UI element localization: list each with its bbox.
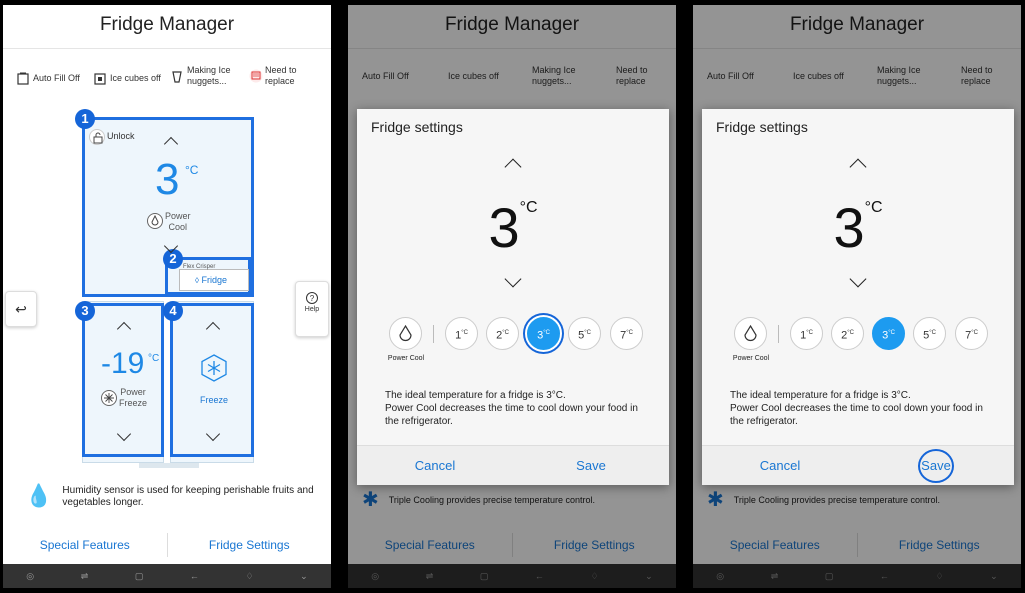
humidity-text: Humidity sensor is used for keeping peri… [62, 485, 314, 508]
canvas: Fridge Manager Auto Fill Off Ice cubes o… [0, 0, 1025, 593]
dialog-temp: 3°C [833, 196, 883, 259]
temp-option-1[interactable]: 1°C [790, 317, 823, 350]
power-cool-button[interactable] [734, 317, 767, 350]
auto-fill-icon [17, 71, 29, 85]
power-cool-icon [744, 324, 757, 342]
temp-option-2[interactable]: 2°C [486, 317, 519, 350]
temp-up-icon[interactable] [849, 158, 867, 176]
back-button[interactable]: ↩ [5, 291, 37, 327]
power-cool-label: Power Cool [732, 355, 770, 362]
save-button[interactable]: Save [858, 446, 1014, 485]
temp-option-7[interactable]: 7°C [955, 317, 988, 350]
dialog-title: Fridge settings [371, 119, 463, 135]
lock-icon[interactable] [89, 129, 105, 145]
nav-expand-icon[interactable]: ⌄ [300, 571, 308, 582]
power-freeze-label: Power Freeze [119, 387, 148, 408]
nav-notify-icon[interactable]: ♢ [245, 571, 253, 582]
option-divider [778, 325, 779, 343]
fridge-temp: 3 [155, 155, 180, 204]
save-button[interactable]: Save [513, 446, 669, 485]
temp-down-icon[interactable] [849, 270, 867, 288]
snowflake-icon [201, 354, 227, 382]
need-replace-label-1: Need to [265, 65, 297, 75]
help-icon: ? [306, 292, 318, 304]
freezer-unit: °C [148, 353, 160, 364]
cancel-button[interactable]: Cancel [702, 446, 858, 485]
humidity-info: 💧 Humidity sensor is used for keeping pe… [25, 485, 315, 509]
nav-recents-icon[interactable]: ⇌ [81, 571, 89, 582]
temp-option-5[interactable]: 5°C [913, 317, 946, 350]
power-cool-icon [399, 324, 412, 342]
ice-cube-icon [94, 71, 106, 85]
power-cool-label: Power Cool [165, 211, 191, 232]
dialog-description: The ideal temperature for a fridge is 3°… [385, 390, 638, 427]
app-title: Fridge Manager [3, 5, 331, 49]
power-cool-label: Power Cool [387, 355, 425, 362]
nav-bixby-icon[interactable]: ◎ [26, 571, 34, 582]
temp-up-icon[interactable] [504, 158, 522, 176]
status-making-ice[interactable]: Making Ice nuggets... [171, 65, 231, 87]
temp-option-5[interactable]: 5°C [568, 317, 601, 350]
nav-back-icon[interactable]: ← [190, 571, 199, 581]
marker-2: 2 [163, 249, 183, 269]
status-auto-fill[interactable]: Auto Fill Off [17, 71, 80, 85]
fridge-diagram: 1 2 3 4 Unlock 3 °C Power Cool Flex Crisp… [75, 109, 257, 469]
tab-special-features[interactable]: Special Features [3, 525, 167, 565]
need-replace-label-2: replace [265, 76, 295, 86]
temp-option-7[interactable]: 7°C [610, 317, 643, 350]
right-mode-label: Freeze [200, 395, 229, 405]
cancel-button[interactable]: Cancel [357, 446, 513, 485]
power-cool-icon [147, 213, 163, 229]
nav-home-icon[interactable]: ▢ [135, 571, 144, 582]
temp-option-2[interactable]: 2°C [831, 317, 864, 350]
marker-1: 1 [75, 109, 95, 129]
power-cool-button[interactable] [389, 317, 422, 350]
ice-maker-icon [171, 69, 183, 83]
making-ice-label-1: Making Ice [187, 65, 231, 75]
freezer-temp: -19 [101, 347, 145, 380]
fridge-base [139, 463, 199, 468]
screen-fridge-settings-b: Fridge Manager Auto Fill Off Ice cubes o… [693, 5, 1021, 588]
temp-down-icon[interactable] [504, 270, 522, 288]
flex-crisper-mode: ◊ Fridge [195, 275, 227, 285]
status-need-replace[interactable]: Need to replace [249, 65, 297, 87]
marker-4: 4 [163, 301, 183, 321]
dialog-temp: 3°C [488, 196, 538, 259]
option-divider [433, 325, 434, 343]
temp-option-3[interactable]: 3°C [872, 317, 905, 350]
status-row: Auto Fill Off Ice cubes off Making Ice nu… [3, 61, 331, 95]
bottom-tabs: Special Features Fridge Settings [3, 525, 331, 565]
unlock-label: Unlock [107, 131, 135, 141]
dialog-actions: Cancel Save [357, 445, 669, 485]
back-icon: ↩ [15, 301, 27, 317]
dialog-description: The ideal temperature for a fridge is 3°… [730, 390, 983, 427]
tab-fridge-settings[interactable]: Fridge Settings [168, 525, 332, 565]
save-highlight-ring [918, 449, 954, 483]
power-freeze-icon [101, 390, 117, 406]
ice-cubes-label: Ice cubes off [110, 72, 161, 83]
filter-icon [249, 69, 263, 83]
dialog-title: Fridge settings [716, 119, 808, 135]
dialog-actions: Cancel Save [702, 445, 1014, 485]
making-ice-label-2: nuggets... [187, 76, 227, 86]
screen-fridge-settings-a: Fridge Manager Auto Fill Off Ice cubes o… [348, 5, 676, 588]
status-ice-cubes[interactable]: Ice cubes off [94, 71, 161, 85]
temp-option-1[interactable]: 1°C [445, 317, 478, 350]
fridge-settings-dialog: Fridge settings 3°C Power Cool 1°C 2°C 3… [702, 109, 1014, 485]
help-label: Help [304, 306, 320, 313]
fridge-unit: °C [185, 163, 199, 177]
drop-icon: ◊ [195, 276, 199, 285]
fridge-settings-dialog: Fridge settings 3°C Power Cool 1°C 2°C 3… [357, 109, 669, 485]
flex-crisper-label: Flex Crisper [183, 264, 216, 270]
marker-3: 3 [75, 301, 95, 321]
help-button[interactable]: ? Help [295, 281, 329, 337]
temp-option-3[interactable]: 3°C [527, 317, 560, 350]
screen-fridge-manager: Fridge Manager Auto Fill Off Ice cubes o… [3, 5, 331, 588]
auto-fill-label: Auto Fill Off [33, 72, 80, 83]
humidity-icon: 💧 [25, 483, 53, 508]
system-navbar: ◎ ⇌ ▢ ← ♢ ⌄ [3, 564, 331, 588]
